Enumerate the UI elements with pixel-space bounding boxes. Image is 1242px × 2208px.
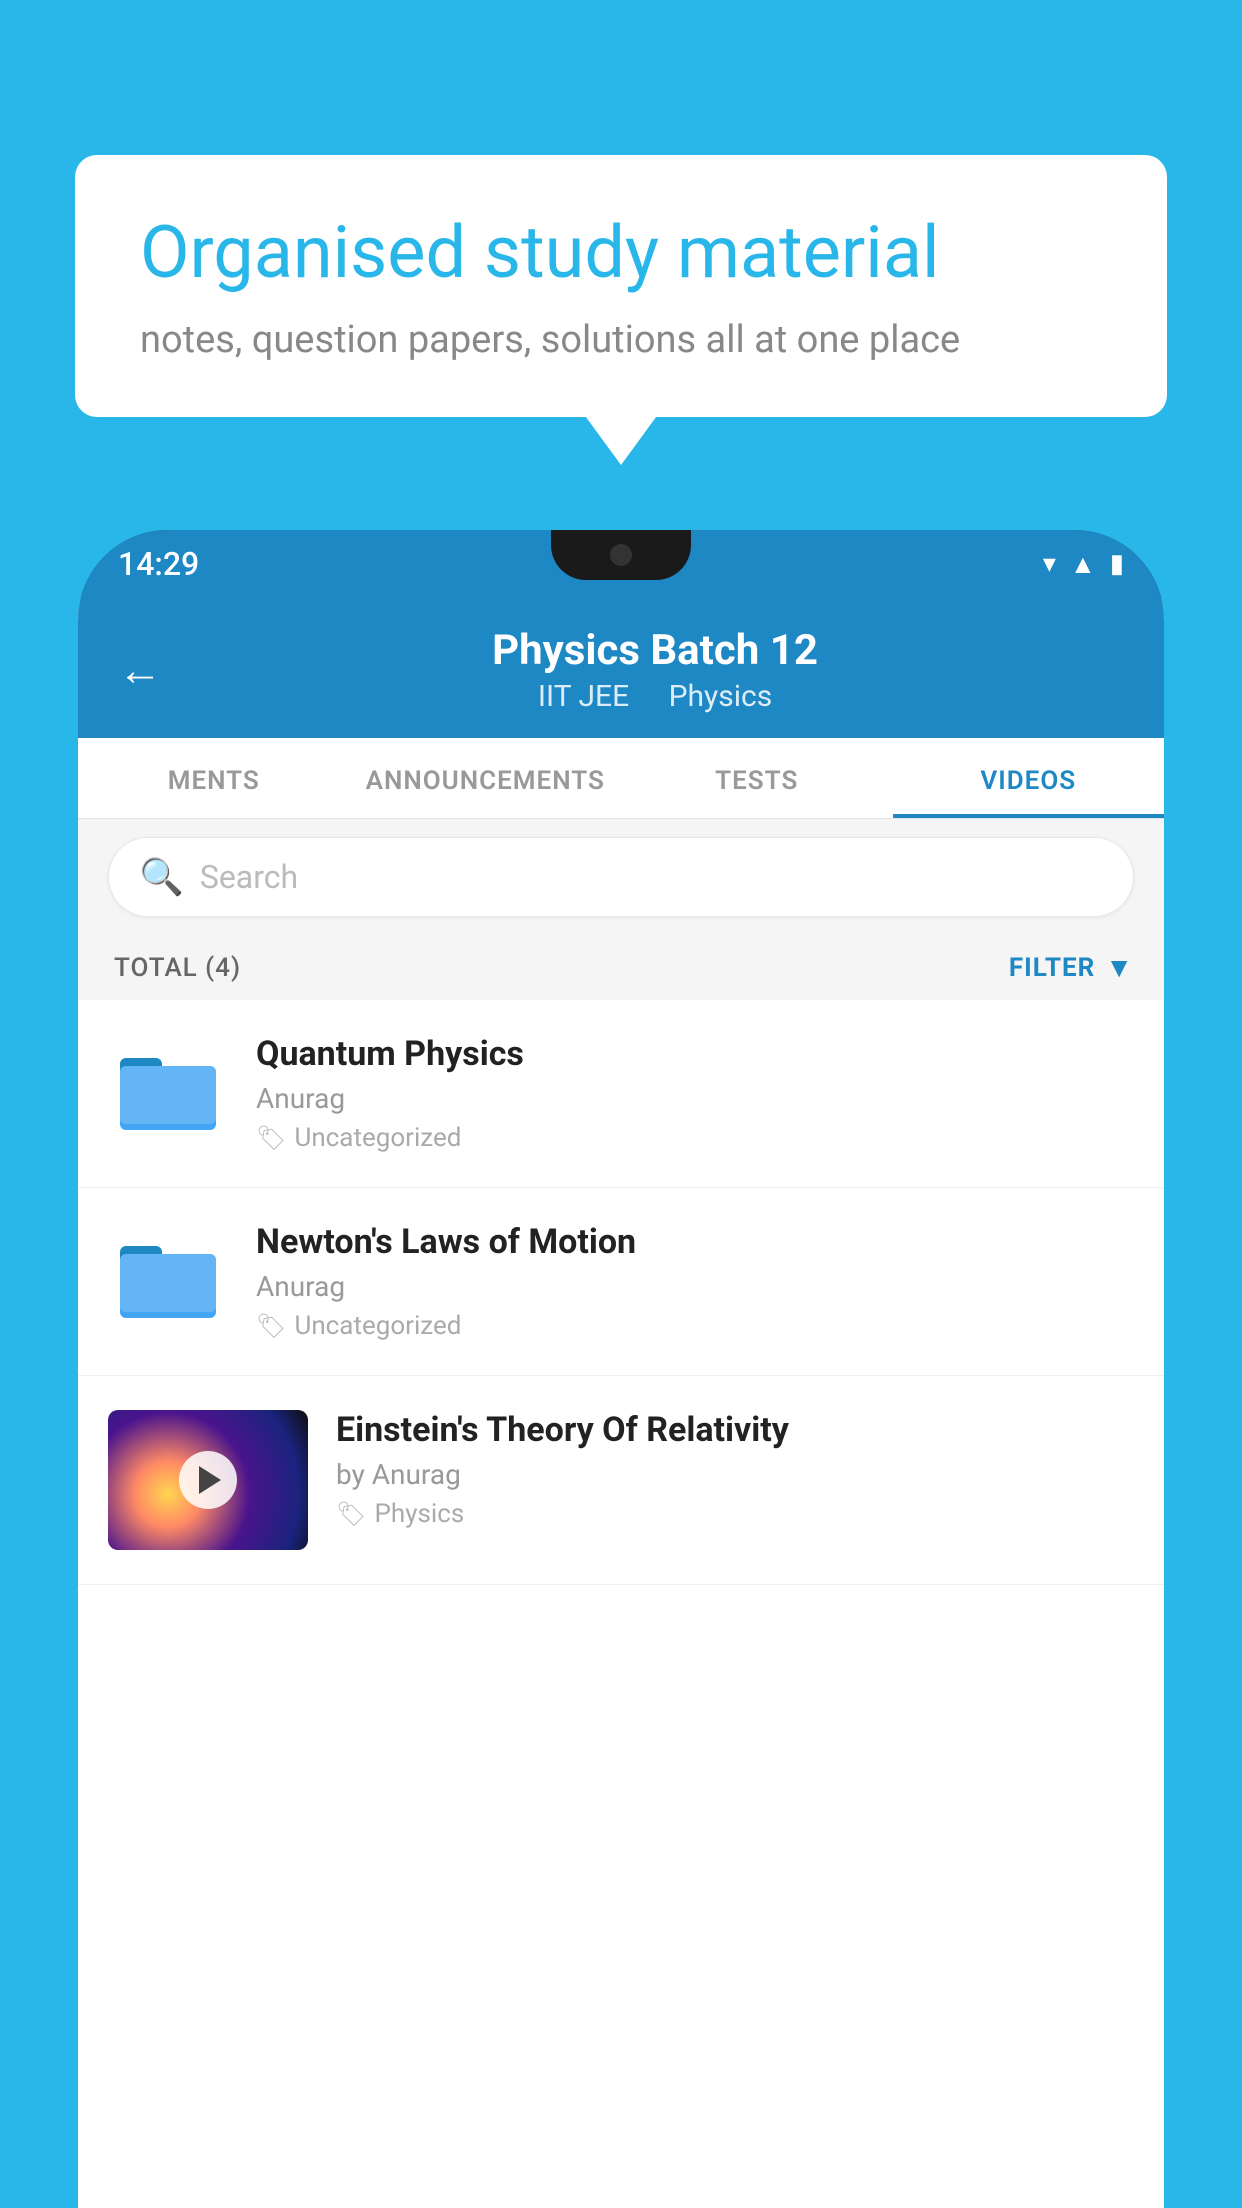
video-tag: 🏷 Uncategorized (256, 1311, 1134, 1341)
status-bar: 14:29 ▾ ▲ ▮ (78, 530, 1164, 598)
tag-icon: 🏷 (336, 1500, 366, 1528)
tag-label: Uncategorized (294, 1311, 461, 1341)
subtitle-part1: IIT JEE (538, 679, 629, 714)
status-time: 14:29 (118, 545, 199, 583)
search-icon: 🔍 (139, 856, 184, 898)
tab-ments[interactable]: MENTS (78, 738, 350, 818)
play-icon (199, 1466, 221, 1494)
tab-announcements[interactable]: ANNOUNCEMENTS (350, 738, 622, 818)
video-tag: 🏷 Uncategorized (256, 1123, 1134, 1153)
video-list: Quantum Physics Anurag 🏷 Uncategorized (78, 1000, 1164, 1585)
notch (551, 530, 691, 580)
folder-icon (118, 1232, 218, 1322)
video-author: by Anurag (336, 1458, 1134, 1491)
list-item[interactable]: Quantum Physics Anurag 🏷 Uncategorized (78, 1000, 1164, 1188)
tab-tests[interactable]: TESTS (621, 738, 893, 818)
back-button[interactable]: ← (118, 644, 162, 696)
tag-icon: 🏷 (256, 1312, 286, 1340)
status-icons: ▾ ▲ ▮ (1043, 549, 1124, 580)
signal-icon: ▲ (1070, 549, 1096, 580)
folder-thumbnail (108, 1034, 228, 1144)
tag-label: Physics (374, 1499, 464, 1529)
list-item[interactable]: Einstein's Theory Of Relativity by Anura… (78, 1376, 1164, 1585)
video-author: Anurag (256, 1270, 1134, 1303)
header-title: Physics Batch 12 (186, 626, 1124, 675)
play-button[interactable] (179, 1451, 237, 1509)
camera (610, 544, 632, 566)
folder-icon (118, 1044, 218, 1134)
filter-icon: ▼ (1105, 951, 1134, 984)
search-placeholder: Search (200, 858, 298, 896)
tab-videos[interactable]: VIDEOS (893, 738, 1165, 818)
wifi-icon: ▾ (1043, 549, 1056, 579)
filter-bar: TOTAL (4) FILTER ▼ (78, 935, 1164, 1000)
search-bar[interactable]: 🔍 Search (108, 837, 1134, 917)
video-title: Quantum Physics (256, 1034, 1134, 1074)
video-author: Anurag (256, 1082, 1134, 1115)
battery-icon: ▮ (1110, 549, 1124, 579)
phone-frame: 14:29 ▾ ▲ ▮ ← Physics Batch 12 IIT JEE P… (78, 530, 1164, 2208)
app-screen: ← Physics Batch 12 IIT JEE Physics MENTS… (78, 598, 1164, 2208)
filter-label: FILTER (1009, 953, 1095, 983)
search-container: 🔍 Search (78, 819, 1164, 935)
folder-thumbnail (108, 1222, 228, 1332)
tabs-bar: MENTS ANNOUNCEMENTS TESTS VIDEOS (78, 738, 1164, 819)
video-info: Einstein's Theory Of Relativity by Anura… (336, 1410, 1134, 1529)
subtitle-part2: Physics (669, 679, 773, 714)
bubble-title: Organised study material (140, 210, 1102, 296)
tag-label: Uncategorized (294, 1123, 461, 1153)
video-title: Einstein's Theory Of Relativity (336, 1410, 1134, 1450)
total-count: TOTAL (4) (114, 953, 241, 983)
filter-button[interactable]: FILTER ▼ (1009, 951, 1134, 984)
list-item[interactable]: Newton's Laws of Motion Anurag 🏷 Uncateg… (78, 1188, 1164, 1376)
video-tag: 🏷 Physics (336, 1499, 1134, 1529)
video-thumbnail (108, 1410, 308, 1550)
video-info: Quantum Physics Anurag 🏷 Uncategorized (256, 1034, 1134, 1153)
header-title-group: Physics Batch 12 IIT JEE Physics (186, 626, 1124, 714)
bubble-subtitle: notes, question papers, solutions all at… (140, 318, 1102, 362)
tag-icon: 🏷 (256, 1124, 286, 1152)
app-header: ← Physics Batch 12 IIT JEE Physics (78, 598, 1164, 738)
video-title: Newton's Laws of Motion (256, 1222, 1134, 1262)
video-info: Newton's Laws of Motion Anurag 🏷 Uncateg… (256, 1222, 1134, 1341)
speech-bubble: Organised study material notes, question… (75, 155, 1167, 417)
header-subtitle: IIT JEE Physics (186, 679, 1124, 714)
